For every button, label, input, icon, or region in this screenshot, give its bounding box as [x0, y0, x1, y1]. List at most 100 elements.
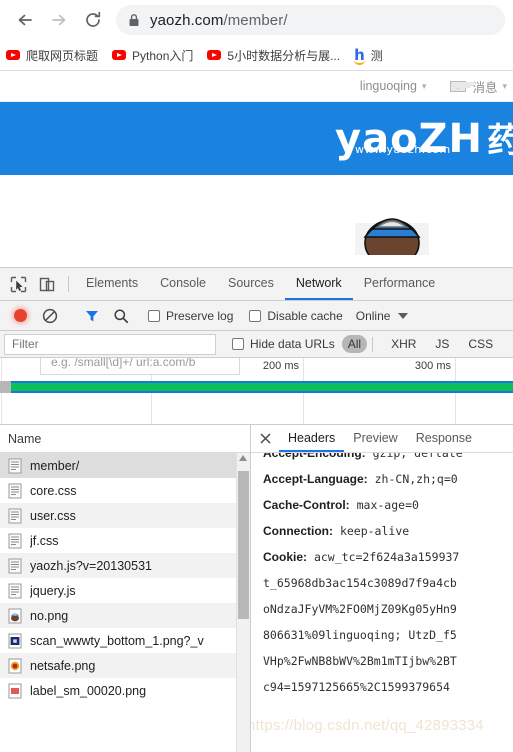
table-row[interactable]: yaozh.js?v=20130531: [0, 553, 250, 578]
bookmark-item-2[interactable]: 5小时数据分析与展...: [207, 47, 340, 64]
checkbox-box: [148, 309, 160, 322]
header-row: Connection: keep-alive: [263, 518, 513, 544]
reload-button[interactable]: [76, 3, 110, 37]
document-icon: [8, 458, 22, 473]
table-row[interactable]: scan_wwwty_bottom_1.png?_v: [0, 628, 250, 653]
header-row: t_65968db3ac154c3089d7f9a4cb: [263, 570, 513, 596]
image-icon: [8, 633, 22, 648]
table-row[interactable]: jquery.js: [0, 578, 250, 603]
filter-placeholder: Filter: [12, 337, 39, 351]
tab-sources[interactable]: Sources: [217, 268, 285, 300]
request-name: user.css: [30, 508, 76, 523]
table-row[interactable]: jf.css: [0, 528, 250, 553]
type-filter-img[interactable]: Img: [506, 335, 513, 353]
address-bar-url: yaozh.com/member/: [150, 11, 288, 29]
scroll-up-arrow-icon[interactable]: [239, 455, 247, 461]
header-key: Accept-Language:: [263, 472, 368, 486]
youtube-icon: [207, 50, 222, 60]
request-list-scrollbar[interactable]: [236, 453, 250, 752]
header-row: Cookie: acw_tc=2f624a3a159937: [263, 544, 513, 570]
overview-tick-200ms: 200 ms: [262, 360, 299, 372]
header-row: VHp%2FwNB8bWV%2Bm1mTIjbw%2BT: [263, 648, 513, 674]
throttling-value: Online: [355, 308, 391, 323]
header-value: gzip, deflate: [372, 453, 463, 460]
bookmark-item-1[interactable]: Python入门: [112, 47, 193, 64]
document-icon: [8, 533, 22, 548]
filter-input[interactable]: Filter: [4, 333, 216, 355]
inspect-element-button[interactable]: [4, 268, 33, 300]
clear-button[interactable]: [35, 308, 64, 324]
type-filter-css[interactable]: CSS: [462, 335, 499, 353]
site-messages-menu[interactable]: 消息 ▾: [450, 77, 507, 96]
detail-tab-preview[interactable]: Preview: [344, 425, 406, 452]
address-bar[interactable]: yaozh.com/member/: [116, 5, 505, 35]
filter-divider: [372, 336, 374, 352]
table-row[interactable]: no.png: [0, 603, 250, 628]
forward-button[interactable]: [42, 3, 76, 37]
table-row[interactable]: label_sm_00020.png: [0, 678, 250, 703]
arrow-right-icon: [52, 14, 66, 26]
table-row[interactable]: member/: [0, 453, 250, 478]
chevron-down-icon: ▾: [421, 80, 427, 91]
preserve-log-label: Preserve log: [166, 308, 234, 323]
chevron-down-icon: [398, 312, 409, 319]
mail-icon: [450, 80, 477, 92]
request-list: Name member/ core.css user.css jf.css ya…: [0, 425, 251, 752]
tab-elements[interactable]: Elements: [75, 268, 149, 300]
chevron-down-icon: ▾: [502, 80, 507, 91]
throttling-select[interactable]: Online: [356, 309, 409, 323]
back-button[interactable]: [8, 3, 42, 37]
detail-tab-headers[interactable]: Headers: [279, 425, 345, 452]
table-row[interactable]: core.css: [0, 478, 250, 503]
network-overview-timeline[interactable]: 100 ms 200 ms 300 ms e.g. /small[\d]+/ u…: [0, 358, 513, 424]
bookmark-label: Python入门: [132, 48, 194, 63]
request-name: scan_wwwty_bottom_1.png?_v: [30, 633, 204, 648]
youtube-icon: [6, 50, 20, 60]
header-value: c94=1597125665%2C1599379654: [263, 680, 450, 694]
tab-network[interactable]: Network: [284, 268, 353, 300]
type-filter-all[interactable]: All: [341, 335, 368, 353]
request-name: netsafe.png: [30, 658, 96, 673]
browser-nav-row: yaozh.com/member/: [0, 0, 513, 40]
record-button[interactable]: [6, 309, 35, 322]
tab-console[interactable]: Console: [149, 268, 217, 300]
bookmark-item-0[interactable]: 爬取网页标题: [6, 47, 98, 64]
site-banner: yaoZH药智 www.yaozh.com: [0, 102, 513, 175]
search-icon: [113, 308, 128, 323]
filter-button[interactable]: [77, 308, 106, 324]
csdn-watermark: https://blog.csdn.net/qq_42893334: [251, 717, 484, 734]
document-icon: [8, 508, 22, 523]
filter-funnel-icon: [85, 310, 98, 321]
overview-selection-band[interactable]: [0, 381, 513, 393]
site-logo-cn: 药智: [487, 122, 513, 160]
image-icon: [8, 608, 22, 623]
network-toolbar: Preserve log Disable cache Online: [0, 301, 513, 331]
detail-tab-response[interactable]: Response: [407, 425, 481, 452]
toolbar-divider: [68, 276, 69, 292]
site-user-menu[interactable]: linguoqing ▾: [360, 79, 427, 93]
lock-icon: [128, 13, 140, 27]
disable-cache-checkbox[interactable]: Disable cache: [249, 309, 343, 323]
bookmark-item-3[interactable]: h 测: [354, 47, 383, 65]
table-row[interactable]: user.css: [0, 503, 250, 528]
scrollbar-thumb[interactable]: [238, 471, 249, 619]
request-name: jquery.js: [30, 583, 76, 598]
preserve-log-checkbox[interactable]: Preserve log: [148, 309, 233, 323]
request-name: core.css: [30, 483, 77, 498]
hide-data-urls-checkbox[interactable]: Hide data URLs: [232, 337, 335, 351]
header-key: Connection:: [263, 524, 333, 538]
close-button[interactable]: [251, 425, 279, 452]
request-name: jf.css: [30, 533, 59, 548]
type-filter-xhr[interactable]: XHR: [385, 335, 422, 353]
overview-left-handle[interactable]: [0, 381, 11, 393]
search-button[interactable]: [106, 308, 135, 324]
table-row[interactable]: netsafe.png: [0, 653, 250, 678]
header-row: Accept-Encoding: gzip, deflate: [263, 453, 513, 466]
device-toolbar-button[interactable]: [33, 268, 62, 300]
tab-performance[interactable]: Performance: [353, 268, 447, 300]
type-filter-js[interactable]: JS: [429, 335, 455, 353]
header-value: acw_tc=2f624a3a159937: [313, 550, 460, 564]
arrow-left-icon: [18, 14, 32, 26]
header-key: Cookie:: [263, 550, 308, 564]
request-list-header[interactable]: Name: [0, 425, 250, 453]
